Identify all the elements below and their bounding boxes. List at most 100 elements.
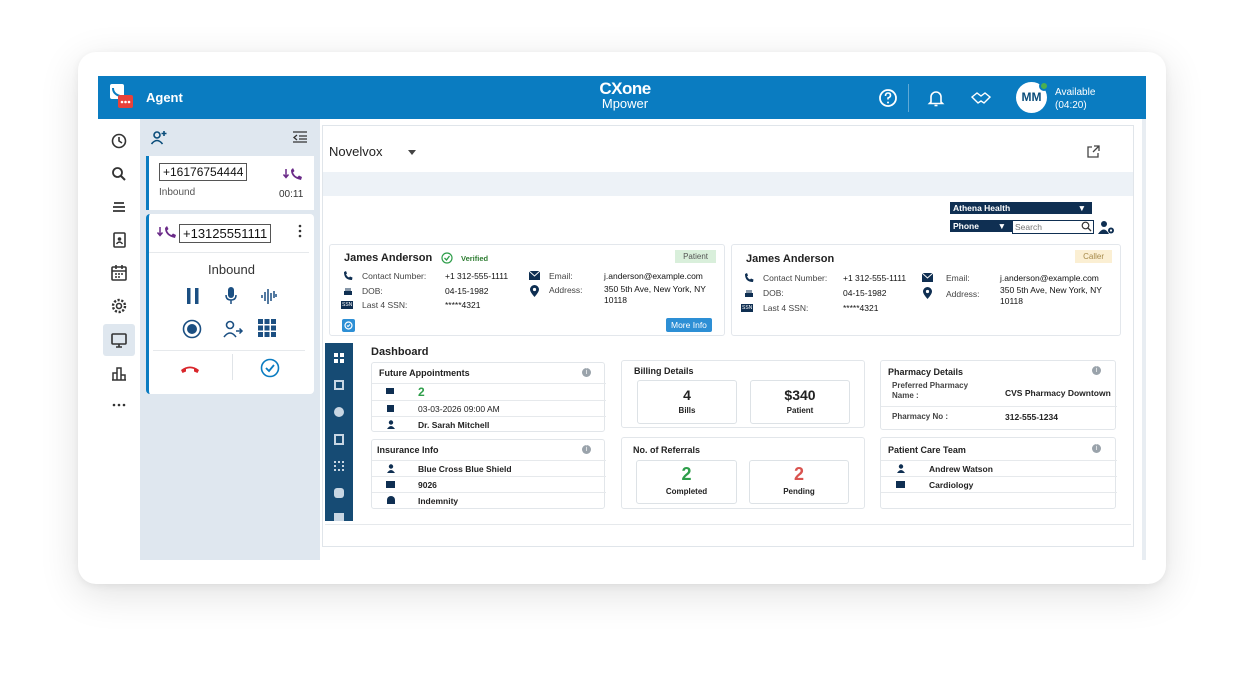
insurance-id: 9026 (418, 480, 437, 490)
bills-box[interactable]: 4 Bills (637, 380, 737, 424)
ssn-value: *****4321 (843, 303, 879, 313)
referrals-completed-box[interactable]: 2 Completed (636, 460, 737, 504)
external-link-icon[interactable] (1086, 145, 1100, 159)
dialpad-icon[interactable] (257, 318, 277, 338)
calendar-icon (386, 388, 394, 394)
patient-balance-value: $340 (784, 387, 816, 403)
person-icon (387, 464, 395, 473)
search-icon[interactable] (109, 164, 129, 184)
settings-gear-icon[interactable] (109, 296, 129, 316)
queue-icon[interactable] (109, 197, 129, 217)
call2-number: +13125551111 (179, 224, 272, 243)
more-icon[interactable] (109, 395, 129, 415)
brand-line2: Mpower (601, 96, 649, 111)
date-icon (387, 405, 394, 412)
ehr-select[interactable]: Athena Health ▼ (950, 202, 1092, 214)
info-icon[interactable]: i (1092, 444, 1101, 453)
call1-number: +16176754444 (159, 163, 248, 181)
monitor-icon[interactable] (109, 330, 129, 350)
patient-balance-box[interactable]: $340 Patient (750, 380, 850, 424)
table-row: 03-03-2026 09:00 AM (372, 400, 606, 416)
patient-care-team-card: Patient Care Team i Andrew Watson Cardio… (880, 437, 1117, 509)
location-pin-icon (923, 287, 932, 299)
search-type-value: Phone (953, 221, 979, 231)
interactions-panel: +16176754444 Inbound 00:11 +13125551111 … (140, 119, 320, 560)
chat-icon[interactable] (342, 319, 355, 332)
handshake-icon[interactable] (970, 88, 992, 108)
contact-label: Contact Number: (763, 273, 828, 283)
mute-icon[interactable] (224, 286, 238, 306)
pending-label: Pending (783, 487, 815, 496)
appointment-datetime: 03-03-2026 09:00 AM (418, 404, 500, 414)
doctor-icon (387, 420, 395, 429)
phone-icon (343, 271, 353, 281)
collapse-list-icon[interactable] (292, 129, 308, 145)
more-info-button[interactable]: More Info (666, 318, 712, 332)
card-title: Future Appointments (379, 368, 470, 378)
agent-status[interactable]: Available (04:20) (1055, 86, 1095, 112)
care-team-dept: Cardiology (929, 480, 974, 490)
lab-icon[interactable] (334, 461, 344, 471)
card-title: Insurance Info (377, 445, 439, 455)
pharmacy-no-value: 312-555-1234 (1005, 412, 1058, 422)
grid-icon[interactable] (334, 353, 344, 363)
reports-icon[interactable] (109, 363, 129, 383)
dashboard-title: Dashboard (371, 346, 429, 358)
info-icon[interactable]: i (582, 368, 591, 377)
more-icon[interactable] (334, 513, 344, 521)
completed-value: 2 (681, 464, 692, 484)
referrals-pending-box[interactable]: 2 Pending (749, 460, 849, 504)
table-row: Blue Cross Blue Shield (372, 460, 606, 476)
clipboard-icon[interactable] (334, 434, 344, 445)
ssn-label: Last 4 SSN: (362, 300, 408, 310)
chevron-down-icon[interactable] (408, 150, 416, 155)
ssn-label: Last 4 SSN: (763, 303, 809, 313)
call-card-2[interactable]: +13125551111 Inbound (146, 214, 314, 394)
brand-line1: CXone (599, 79, 651, 98)
user-settings-icon[interactable] (1098, 220, 1115, 235)
location-pin-icon (530, 285, 539, 297)
kebab-menu-icon[interactable] (297, 224, 303, 238)
call-card-1[interactable]: +16176754444 Inbound 00:11 (146, 156, 314, 210)
info-icon[interactable]: i (582, 445, 591, 454)
search-icon[interactable] (1081, 221, 1092, 232)
bell-icon[interactable] (926, 88, 946, 108)
dashboard-sidebar (325, 343, 353, 521)
insurance-type: Indemnity (418, 496, 459, 506)
patient-card: James Anderson Verified Patient Contact … (329, 244, 725, 336)
audio-wave-icon[interactable] (260, 287, 278, 305)
complete-check-icon[interactable] (260, 358, 280, 378)
add-contact-icon[interactable] (150, 129, 168, 147)
address-label: Address: (549, 285, 583, 295)
bills-value: 4 (683, 387, 691, 403)
contacts-book-icon[interactable] (109, 230, 129, 250)
pharmacy-icon[interactable] (334, 488, 344, 498)
records-icon[interactable] (334, 380, 344, 390)
call1-timer: 00:11 (279, 189, 304, 200)
card-title: No. of Referrals (633, 445, 701, 455)
inbound-call-icon (157, 226, 177, 240)
hold-icon[interactable] (185, 287, 201, 305)
card-title: Billing Details (634, 366, 694, 376)
app-select[interactable]: Novelvox (329, 144, 382, 159)
search-type-select[interactable]: Phone ▼ (950, 220, 1012, 232)
team-icon[interactable] (334, 407, 344, 417)
pharmacy-no-label: Pharmacy No : (892, 412, 949, 421)
ssn-icon: SSN (741, 304, 754, 312)
brand-logo: CXone Mpower (590, 80, 660, 110)
history-icon[interactable] (109, 131, 129, 151)
record-icon[interactable] (182, 319, 202, 339)
address-label: Address: (946, 289, 980, 299)
agent-logo-icon (110, 84, 134, 110)
umbrella-icon (387, 496, 395, 504)
scrollbar[interactable] (1142, 119, 1146, 560)
transfer-icon[interactable] (222, 319, 244, 339)
help-icon[interactable] (878, 88, 898, 108)
info-icon[interactable]: i (1092, 366, 1101, 375)
care-team-doctor: Andrew Watson (929, 464, 993, 474)
app-label: Agent (146, 90, 183, 105)
patient-badge: Patient (675, 250, 716, 263)
calendar-icon[interactable] (109, 263, 129, 283)
preferred-pharmacy-label: Preferred Pharmacy Name : (892, 381, 969, 400)
hang-up-icon[interactable] (179, 361, 201, 375)
